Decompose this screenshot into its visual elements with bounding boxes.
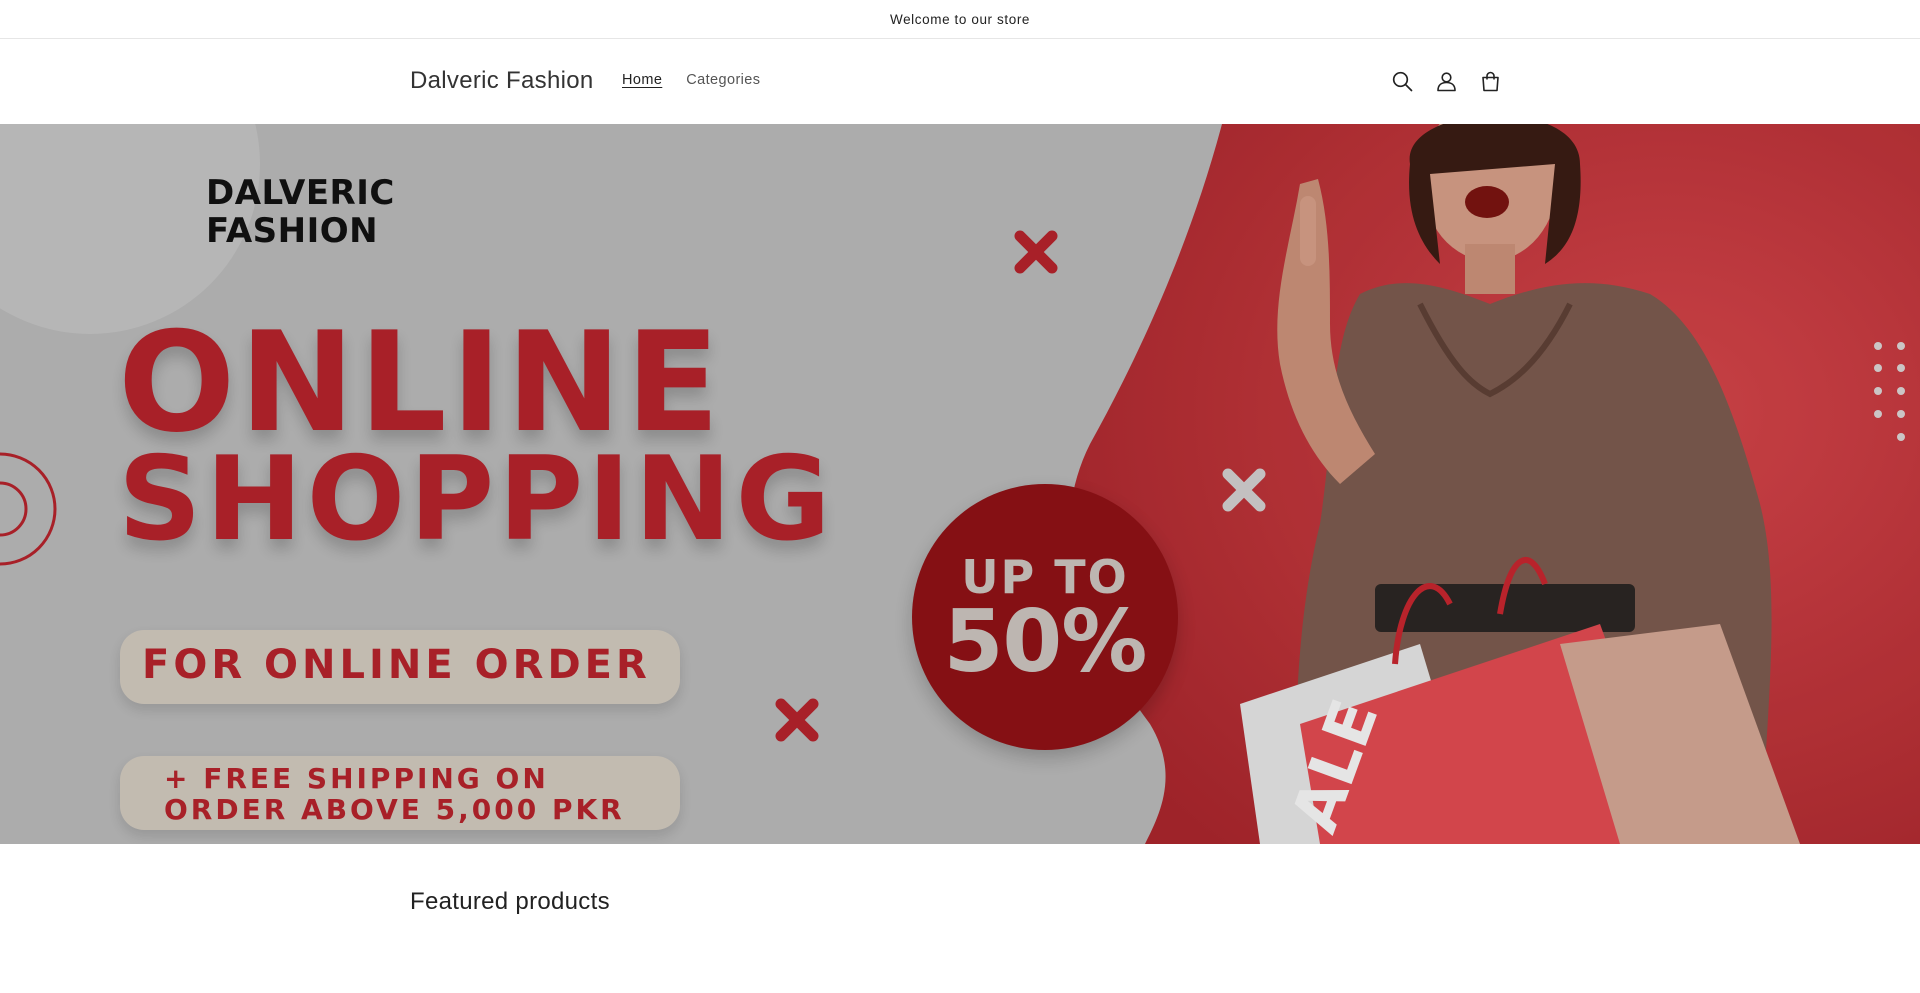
nav-link-categories[interactable]: Categories xyxy=(686,72,760,88)
hero-logo-line2: FASHION xyxy=(206,211,379,251)
hero-brand-logo: DALVERIC FASHION xyxy=(206,174,395,250)
model-mouth xyxy=(1465,186,1509,218)
discount-badge: UP TO 50% xyxy=(912,484,1178,750)
announcement-text: Welcome to our store xyxy=(889,11,1031,27)
featured-products-title: Featured products xyxy=(410,888,610,915)
hero-logo-line1: DALVERIC xyxy=(206,173,395,213)
hero-headline-line2: SHOPPING xyxy=(118,432,835,567)
hero-banner[interactable]: ALE DALVERIC FASHION ONLINE SHOPPING FOR… xyxy=(0,124,1920,844)
search-icon[interactable] xyxy=(1388,67,1417,96)
account-icon[interactable] xyxy=(1432,67,1461,96)
main-nav: Home Categories xyxy=(622,72,760,88)
online-order-pill: FOR ONLINE ORDER xyxy=(120,630,680,704)
announcement-bar: Welcome to our store xyxy=(0,0,1920,39)
free-shipping-line2: ORDER ABOVE 5,000 PKR xyxy=(164,793,625,826)
cart-icon[interactable] xyxy=(1476,67,1505,96)
free-shipping-line1: + FREE SHIPPING ON xyxy=(164,762,549,795)
site-header: Dalveric Fashion Home Categories xyxy=(0,39,1920,124)
nav-link-home[interactable]: Home xyxy=(622,72,662,88)
header-icons xyxy=(1388,67,1505,96)
discount-badge-value: 50% xyxy=(943,592,1148,692)
store-logo[interactable]: Dalveric Fashion xyxy=(410,67,594,95)
free-shipping-pill: + FREE SHIPPING ON ORDER ABOVE 5,000 PKR xyxy=(120,756,680,830)
